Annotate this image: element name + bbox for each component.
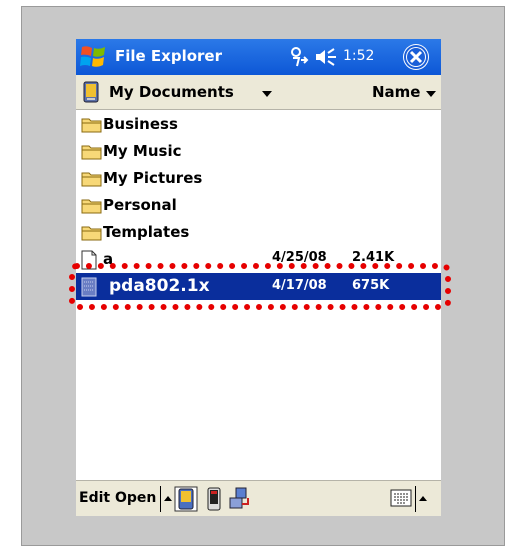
clock[interactable]: 1:52 [343, 48, 374, 64]
file-name: Personal [103, 196, 177, 214]
file-name: a [103, 250, 114, 268]
list-item[interactable]: a 4/25/08 2.41K [76, 246, 441, 273]
location-bar: My Documents Name [76, 75, 441, 110]
storage-card-icon[interactable] [206, 486, 222, 512]
file-name: Business [103, 115, 178, 133]
pda-device-icon [83, 81, 99, 103]
open-menu[interactable]: Open [115, 490, 156, 506]
divider [160, 486, 161, 512]
divider [415, 486, 416, 512]
list-item[interactable]: My Pictures [76, 165, 441, 192]
app-title: File Explorer [115, 47, 222, 65]
folder-icon [81, 172, 102, 187]
pocket-pc-screen: File Explorer 1:52 My Documents Name Bus… [76, 39, 441, 516]
folder-icon [81, 145, 102, 160]
list-item[interactable]: Templates [76, 219, 441, 246]
list-item[interactable]: My Music [76, 138, 441, 165]
outer-frame: File Explorer 1:52 My Documents Name Bus… [0, 0, 525, 548]
file-name: My Pictures [103, 169, 203, 187]
close-button[interactable] [403, 44, 429, 70]
connectivity-icon[interactable] [289, 46, 309, 68]
file-size: 2.41K [352, 250, 395, 265]
network-icon[interactable] [228, 486, 252, 512]
list-item[interactable]: Personal [76, 192, 441, 219]
list-item-selected[interactable]: pda802.1x 4/17/08 675K [76, 273, 441, 300]
list-item[interactable]: Business [76, 111, 441, 138]
file-name: Templates [103, 223, 190, 241]
file-date: 4/25/08 [272, 250, 327, 265]
chevron-down-icon[interactable] [426, 91, 436, 97]
folder-icon [81, 118, 102, 133]
windows-start-icon[interactable] [79, 43, 109, 71]
location-dropdown[interactable]: My Documents [109, 83, 234, 101]
title-bar: File Explorer 1:52 [76, 39, 441, 75]
volume-icon[interactable] [314, 48, 338, 66]
folder-icon [81, 199, 102, 214]
file-list: Business My Music My Pictures Personal T… [76, 111, 441, 480]
up-arrow-icon[interactable] [164, 496, 172, 501]
file-size: 675K [352, 278, 390, 293]
sort-dropdown[interactable]: Name [372, 83, 420, 101]
file-icon [81, 277, 97, 297]
pda-view-icon[interactable] [174, 486, 198, 512]
document-icon [81, 250, 97, 270]
folder-icon [81, 226, 102, 241]
close-icon [404, 45, 428, 69]
keyboard-icon[interactable] [390, 489, 412, 507]
up-arrow-icon[interactable] [419, 496, 427, 501]
file-name: My Music [103, 142, 182, 160]
menu-bar: Edit Open [76, 480, 441, 516]
file-name: pda802.1x [109, 276, 210, 296]
edit-menu[interactable]: Edit [79, 490, 110, 506]
file-date: 4/17/08 [272, 278, 327, 293]
chevron-down-icon[interactable] [262, 91, 272, 97]
